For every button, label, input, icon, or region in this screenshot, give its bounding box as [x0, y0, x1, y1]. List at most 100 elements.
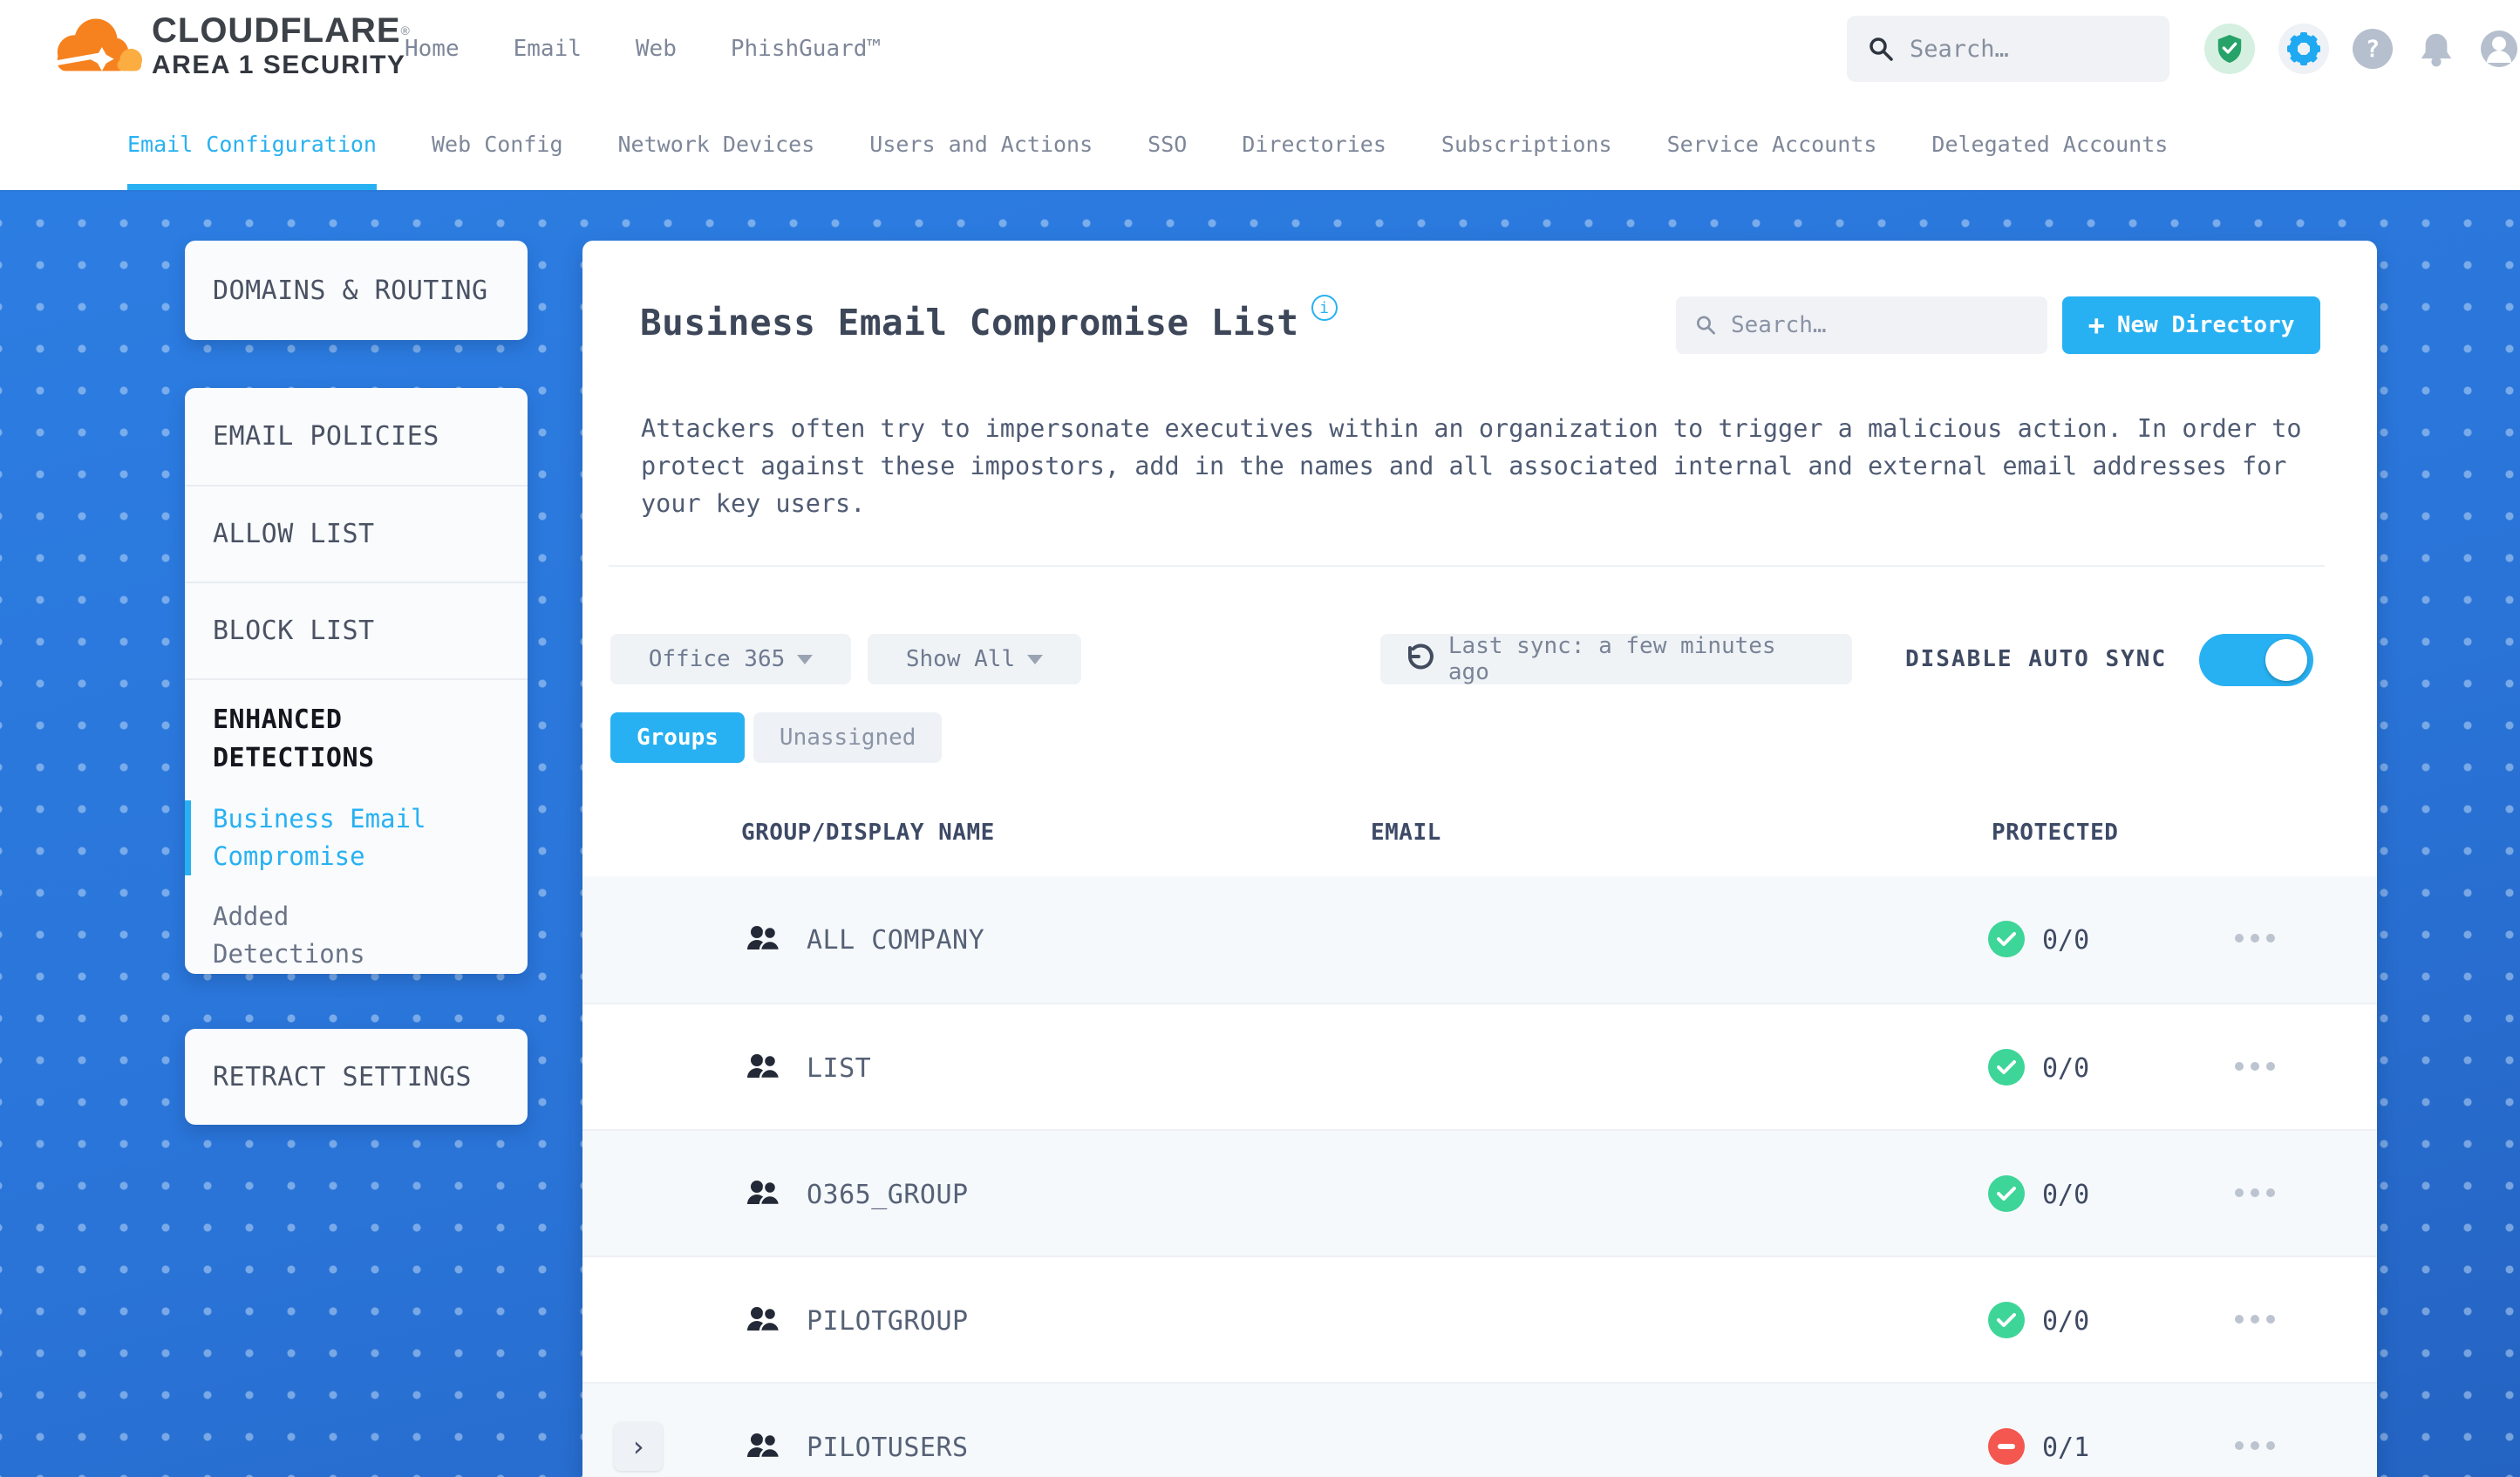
- row-menu-button[interactable]: [2235, 1315, 2275, 1324]
- cloudflare-cloud-icon: [54, 18, 143, 71]
- groups-tab[interactable]: Groups: [610, 712, 745, 763]
- sidebar-item-added-detections[interactable]: Added Detections: [213, 898, 528, 973]
- protected-count: 0/0: [2042, 1306, 2090, 1337]
- check-icon: [1997, 1060, 2016, 1074]
- sidebar-item-email-policies[interactable]: EMAIL POLICIES: [185, 388, 528, 485]
- help-icon[interactable]: ?: [2353, 29, 2393, 69]
- protected-count: 0/0: [2042, 1180, 2090, 1210]
- column-header-email: EMAIL: [1371, 820, 1441, 846]
- directory-source-dropdown[interactable]: Office 365: [610, 634, 851, 684]
- group-people-icon: [747, 925, 781, 952]
- section-tabbar: Email Configuration Web Config Network D…: [0, 98, 2520, 190]
- row-menu-button[interactable]: [2235, 1188, 2275, 1197]
- account-avatar-icon[interactable]: [2480, 30, 2518, 68]
- settings-gear-icon[interactable]: [2278, 24, 2329, 74]
- tab-users-and-actions[interactable]: Users and Actions: [869, 98, 1093, 190]
- page-description: Attackers often try to impersonate execu…: [641, 414, 2302, 518]
- row-menu-button[interactable]: [2235, 1062, 2275, 1071]
- protected-count: 0/0: [2042, 925, 2090, 956]
- row-menu-button[interactable]: [2235, 1441, 2275, 1450]
- expand-chevron-button[interactable]: ›: [614, 1422, 663, 1471]
- auto-sync-toggle[interactable]: [2199, 634, 2313, 686]
- group-name: O365_GROUP: [807, 1180, 969, 1210]
- sidebar-section-enhanced-detections: ENHANCED DETECTIONS Business Email Compr…: [185, 678, 528, 973]
- group-people-icon: [747, 1306, 781, 1333]
- row-menu-button[interactable]: [2235, 934, 2275, 943]
- nav-phishguard[interactable]: PhishGuard™: [731, 36, 881, 62]
- sidebar-item-allow-list[interactable]: ALLOW LIST: [185, 485, 528, 582]
- column-header-protected: PROTECTED: [1992, 820, 2119, 846]
- auto-sync-label: DISABLE AUTO SYNC: [1905, 646, 2168, 672]
- tab-sso[interactable]: SSO: [1148, 98, 1187, 190]
- protected-status-badge: [1988, 1175, 2025, 1212]
- last-sync-button[interactable]: Last sync: a few minutes ago: [1380, 633, 1852, 685]
- tab-subscriptions[interactable]: Subscriptions: [1441, 98, 1612, 190]
- search-icon: [1870, 37, 1893, 61]
- refresh-icon: [1407, 643, 1434, 670]
- sidebar-card-domains-routing[interactable]: DOMAINS & ROUTING: [185, 241, 528, 340]
- sidebar-item-business-email-compromise[interactable]: Business Email Compromise: [185, 800, 528, 875]
- search-icon: [1697, 316, 1715, 335]
- nav-web[interactable]: Web: [636, 36, 677, 62]
- minus-icon: [1998, 1444, 2015, 1449]
- brand-name: CLOUDFLARE®: [152, 11, 411, 50]
- page-title: Business Email Compromise List: [640, 302, 1299, 344]
- check-icon: [1997, 1313, 2016, 1327]
- show-filter-dropdown[interactable]: Show All: [868, 634, 1081, 684]
- sidebar-item-retract-settings[interactable]: RETRACT SETTINGS: [185, 1062, 472, 1092]
- sidebar-item-enhanced-detections[interactable]: ENHANCED DETECTIONS: [213, 701, 457, 778]
- tab-web-config[interactable]: Web Config: [432, 98, 563, 190]
- unassigned-tab[interactable]: Unassigned: [753, 712, 943, 763]
- protected-count: 0/0: [2042, 1053, 2090, 1084]
- group-people-icon: [747, 1053, 781, 1080]
- tab-service-accounts[interactable]: Service Accounts: [1667, 98, 1877, 190]
- list-search[interactable]: [1676, 296, 2047, 354]
- chevron-down-icon: [797, 654, 814, 664]
- group-name: PILOTUSERS: [807, 1433, 969, 1463]
- tab-email-configuration[interactable]: Email Configuration: [127, 98, 377, 190]
- new-directory-button[interactable]: + New Directory: [2062, 296, 2320, 354]
- tab-delegated-accounts[interactable]: Delegated Accounts: [1931, 98, 2168, 190]
- divider: [609, 565, 2325, 567]
- app-header: CLOUDFLARE® AREA 1 SECURITY Home Email W…: [0, 0, 2520, 98]
- global-search[interactable]: [1847, 16, 2169, 82]
- table-row[interactable]: › PILOTGROUP 0/0: [582, 1256, 2377, 1382]
- notifications-bell-icon[interactable]: [2416, 29, 2456, 69]
- table-row[interactable]: › PILOTUSERS 0/1: [582, 1382, 2377, 1477]
- protected-status-badge: [1988, 1302, 2025, 1338]
- cloudflare-logo[interactable]: CLOUDFLARE® AREA 1 SECURITY: [49, 10, 411, 80]
- header-icon-cluster: ?: [2204, 0, 2518, 98]
- group-people-icon: [747, 1180, 781, 1207]
- nav-home[interactable]: Home: [405, 36, 460, 62]
- global-search-input[interactable]: [1910, 35, 2149, 63]
- chevron-down-icon: [1027, 654, 1044, 664]
- plus-icon: +: [2088, 309, 2105, 342]
- protected-status-badge: [1988, 1428, 2025, 1465]
- sidebar-card-retract[interactable]: RETRACT SETTINGS: [185, 1029, 528, 1125]
- nav-email[interactable]: Email: [514, 36, 582, 62]
- verified-shield-icon[interactable]: [2204, 24, 2255, 74]
- groups-table: › ALL COMPANY 0/0 › LIST 0/0: [582, 876, 2377, 1477]
- info-icon[interactable]: i: [1311, 295, 1338, 321]
- list-search-input[interactable]: [1731, 312, 2028, 338]
- sidebar-item-block-list[interactable]: BLOCK LIST: [185, 582, 528, 678]
- table-row[interactable]: › LIST 0/0: [582, 1003, 2377, 1129]
- sidebar-card-email: EMAIL POLICIES ALLOW LIST BLOCK LIST ENH…: [185, 388, 528, 974]
- primary-nav: Home Email Web PhishGuard™: [405, 0, 881, 98]
- main-panel: Business Email Compromise List i + New D…: [582, 241, 2377, 1477]
- column-header-name: GROUP/DISPLAY NAME: [741, 820, 995, 846]
- tab-directories[interactable]: Directories: [1242, 98, 1386, 190]
- toggle-knob: [2265, 639, 2307, 681]
- page-background: DOMAINS & ROUTING EMAIL POLICIES ALLOW L…: [0, 190, 2520, 1477]
- protected-status-badge: [1988, 1049, 2025, 1086]
- group-name: LIST: [807, 1053, 872, 1084]
- view-switch: Groups Unassigned: [610, 712, 943, 763]
- table-row[interactable]: › ALL COMPANY 0/0: [582, 876, 2377, 1003]
- sidebar-item-domains-routing[interactable]: DOMAINS & ROUTING: [185, 276, 488, 306]
- table-row[interactable]: › O365_GROUP 0/0: [582, 1129, 2377, 1256]
- check-icon: [1997, 1187, 2016, 1201]
- table-header: GROUP/DISPLAY NAME EMAIL PROTECTED: [582, 820, 2377, 858]
- tab-network-devices[interactable]: Network Devices: [618, 98, 815, 190]
- check-icon: [1997, 932, 2016, 946]
- protected-status-badge: [1988, 921, 2025, 957]
